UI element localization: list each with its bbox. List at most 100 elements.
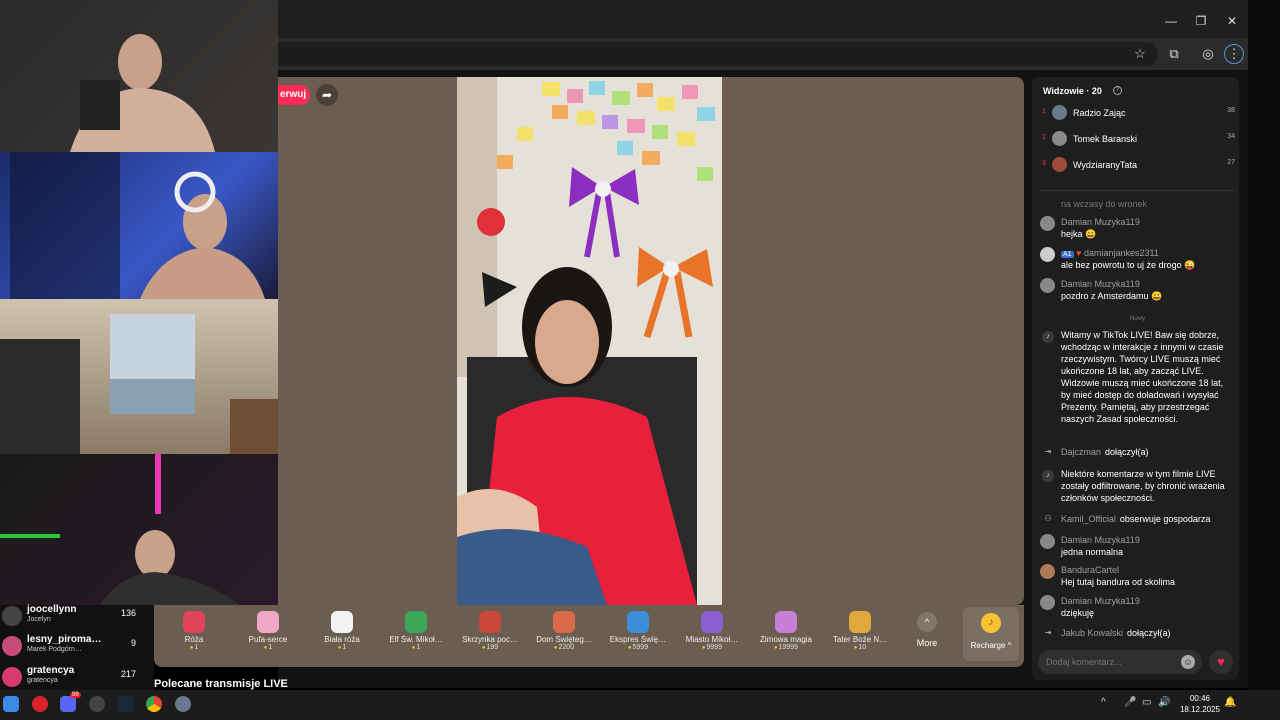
user-plus-icon: ⚇ — [1044, 514, 1052, 523]
webcam-person-2 — [10, 152, 265, 299]
santa-city-icon — [701, 611, 723, 633]
webcam-feed-1 — [0, 0, 278, 152]
gift-item[interactable]: Biała róża1 — [307, 609, 377, 661]
chevron-up-icon[interactable]: ^ — [1101, 697, 1106, 708]
avatar — [1052, 131, 1067, 146]
viewer-row[interactable]: 2 Tomek Baranski 34 — [1040, 129, 1235, 149]
avatar — [2, 636, 22, 656]
share-icon[interactable]: ➦ — [316, 84, 338, 106]
chat-message: Damian Muzyka119 hejka 😀 — [1040, 216, 1235, 242]
windows-start-icon[interactable] — [3, 696, 19, 712]
white-rose-icon — [331, 611, 353, 633]
volume-icon[interactable]: 🔊 — [1158, 697, 1170, 708]
like-heart-icon[interactable]: ♥ — [1209, 650, 1233, 674]
avatar — [1040, 595, 1055, 610]
viewer-row[interactable]: 3 WydziaranyTata 27 — [1040, 155, 1235, 175]
gift-item[interactable]: Tater Boże N…10 — [825, 609, 895, 661]
avatar — [1040, 247, 1055, 262]
address-bar[interactable] — [278, 42, 1158, 66]
browser-titlebar — [278, 0, 1248, 38]
gift-item[interactable]: Dom Święteg…2200 — [529, 609, 599, 661]
mailbox-icon — [479, 611, 501, 633]
webcam-person-4 — [0, 454, 240, 605]
chat-username[interactable]: Dajczman — [1061, 447, 1101, 457]
star-icon[interactable]: ☆ — [1132, 46, 1148, 62]
heart-pouf-icon — [257, 611, 279, 633]
webcam-feed-4 — [0, 454, 278, 605]
gift-item[interactable]: Róża1 — [159, 609, 229, 661]
clock[interactable]: 00:46 18.12.2025 — [1175, 693, 1225, 715]
notification-badge: 99 — [70, 692, 81, 698]
level-badge: A1 — [1061, 251, 1074, 258]
avatar — [1052, 157, 1067, 172]
webcam-room-3 — [0, 314, 278, 454]
discord-icon[interactable] — [60, 696, 76, 712]
gift-item[interactable]: Elf Św. Mikoł…1 — [381, 609, 451, 661]
chat-message: Damian Muzyka119 jedna normalna — [1040, 534, 1235, 560]
viewer-row[interactable]: 1 Radzio Zając 38 — [1040, 103, 1235, 123]
minimize-button[interactable]: — — [1164, 14, 1178, 28]
ranking-row[interactable]: lesny_piroma… Marek Podgórn… 9 — [0, 634, 150, 662]
info-icon[interactable]: ? — [1113, 86, 1122, 95]
santa-house-icon — [553, 611, 575, 633]
avatar — [2, 667, 22, 687]
microphone-icon[interactable]: 🎤 — [1124, 697, 1136, 708]
recharge-button[interactable]: ♪ Recharge ^ — [963, 607, 1019, 661]
restore-button[interactable]: ❐ — [1194, 14, 1208, 28]
avatar — [1040, 564, 1055, 579]
elf-icon — [405, 611, 427, 633]
recommended-heading: Polecane transmisje LIVE — [154, 678, 288, 690]
ranking-row[interactable]: joocellynn Jocelyn 136 — [0, 604, 150, 632]
comment-input[interactable] — [1038, 650, 1202, 674]
steam-icon[interactable] — [117, 696, 133, 712]
ranking-row[interactable]: gratencya gratencya 217 — [0, 665, 150, 693]
menu-icon[interactable]: ⋮ — [1224, 44, 1244, 64]
system-message: ♪ Niektóre komentarze w tym filmie LIVE z… — [1040, 468, 1235, 506]
video-frame — [457, 77, 722, 605]
express-train-icon — [627, 611, 649, 633]
new-divider: Nowy — [1129, 316, 1145, 322]
profile-icon[interactable]: ◎ — [1200, 46, 1216, 62]
settings-icon[interactable] — [89, 696, 105, 712]
gift-item[interactable]: Ekspres Świę…5999 — [603, 609, 673, 661]
gift-item[interactable]: Skrzynka poc…199 — [455, 609, 525, 661]
viewers-title: Widzowie · 20 — [1043, 86, 1102, 96]
tiktok-icon: ♪ — [1042, 331, 1054, 343]
chat-username[interactable]: Jakub Kowalski — [1061, 628, 1123, 638]
chat-username[interactable]: damianjankes2311 — [1084, 248, 1159, 258]
webcam-feed-3 — [0, 299, 278, 454]
chat-message: Damian Muzyka119 pozdro z Amsterdamu 😀 — [1040, 278, 1235, 304]
emoji-icon[interactable]: ☺ — [1181, 655, 1195, 669]
follow-message: ⚇ Kamil_Official obserwuje gospodarza — [1040, 513, 1235, 527]
avatar — [2, 606, 22, 626]
extensions-icon[interactable]: ⧉ — [1166, 46, 1182, 62]
chat-username[interactable]: Kamil_Official — [1061, 514, 1116, 524]
webcam-feed-2 — [0, 152, 278, 299]
desktop-edge — [1248, 0, 1280, 690]
live-video[interactable] — [457, 77, 722, 605]
winter-magic-icon — [775, 611, 797, 633]
avatar — [1052, 105, 1067, 120]
network-icon[interactable]: ▭ — [1142, 697, 1151, 708]
gift-item[interactable]: Zimowa magia19999 — [751, 609, 821, 661]
heart-icon: ♥ — [1076, 248, 1082, 258]
more-gifts-button[interactable]: ^ More — [905, 612, 949, 658]
gift-item[interactable]: Pufa-serce1 — [233, 609, 303, 661]
potato-icon — [849, 611, 871, 633]
rose-icon — [183, 611, 205, 633]
gear-icon[interactable] — [175, 696, 191, 712]
opera-icon[interactable] — [32, 696, 48, 712]
chrome-icon[interactable] — [146, 696, 162, 712]
join-icon: ⇥ — [1044, 628, 1052, 637]
chevron-up-icon: ^ — [917, 612, 937, 632]
notification-bell-icon[interactable]: 🔔 — [1224, 697, 1236, 708]
coin-icon: ♪ — [981, 613, 1001, 633]
gift-item[interactable]: Miasto Mikoł…9999 — [677, 609, 747, 661]
close-button[interactable]: ✕ — [1225, 14, 1239, 28]
chat-message: A1 ♥ damianjankes2311 ale bez powrotu to … — [1040, 247, 1235, 273]
tiktok-icon: ♪ — [1042, 470, 1054, 482]
join-message: ⇥ Dajczman dołączył(a) — [1040, 446, 1235, 460]
divider — [1040, 190, 1235, 191]
follow-button[interactable]: erwuj — [278, 85, 310, 105]
avatar — [1040, 534, 1055, 549]
